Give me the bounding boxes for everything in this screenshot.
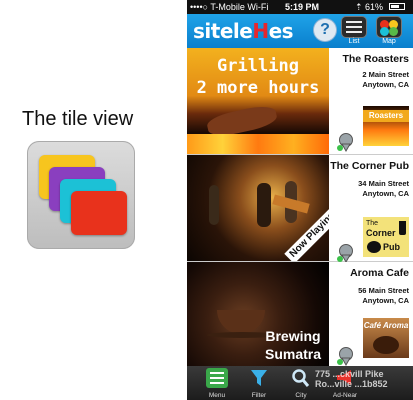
business-name: Aroma Cafe bbox=[350, 267, 409, 279]
carrier-text: ••••○ T-Mobile Wi-Fi bbox=[190, 2, 269, 12]
address-line2: Anytown, CA bbox=[362, 296, 409, 305]
tile-view-app-icon bbox=[27, 141, 135, 249]
location-pin-icon[interactable] bbox=[336, 132, 356, 152]
map-view-button[interactable] bbox=[377, 17, 401, 37]
list-view-button[interactable] bbox=[342, 17, 366, 37]
logo-text-accent: H bbox=[252, 19, 269, 43]
icon-card-red bbox=[71, 191, 127, 235]
app-logo[interactable]: siteleHes bbox=[193, 19, 294, 43]
location-pin-icon[interactable] bbox=[336, 346, 356, 366]
roasters-thumbnail[interactable]: Roasters bbox=[363, 106, 409, 146]
business-tile-roasters[interactable]: Grilling 2 more hours The Roasters 2 Mai… bbox=[187, 48, 413, 155]
wifi-icon: ⇡ bbox=[355, 2, 363, 12]
roasters-thumbnail-label: Roasters bbox=[363, 110, 409, 122]
address-line1: 2 Main Street bbox=[362, 70, 409, 79]
corner-pub-thumbnail[interactable]: The Corner Pub bbox=[363, 217, 409, 257]
aroma-thumbnail-label: Café Aroma bbox=[363, 321, 409, 330]
address-line2: Anytown, CA bbox=[362, 189, 409, 198]
business-name: The Roasters bbox=[342, 53, 409, 65]
thumb-text-pub: Pub bbox=[383, 242, 400, 252]
tile-view-title: The tile view bbox=[22, 108, 134, 130]
status-bar: ••••○ T-Mobile Wi-Fi 5:19 PM ⇡ 61% bbox=[187, 0, 413, 14]
tab-city[interactable]: City bbox=[283, 366, 319, 400]
thumb-text-the: The bbox=[366, 220, 379, 227]
tab-ad-near-label: Ad-Near bbox=[332, 392, 358, 399]
business-name: The Corner Pub bbox=[330, 160, 409, 172]
roasters-photo[interactable]: Grilling 2 more hours bbox=[187, 48, 329, 154]
corner-pub-photo[interactable]: Now Playing! bbox=[187, 155, 329, 261]
corner-pub-info: The Corner Pub 34 Main Street Anytown, C… bbox=[329, 155, 413, 263]
battery-icon bbox=[389, 3, 405, 10]
map-label: Map bbox=[382, 38, 396, 45]
clock: 5:19 PM bbox=[285, 2, 320, 12]
tab-menu-label: Menu bbox=[208, 392, 226, 399]
menu-icon bbox=[206, 368, 228, 388]
filter-icon bbox=[251, 370, 267, 386]
aroma-photo-line2: Sumatra bbox=[264, 346, 322, 362]
business-tile-aroma-cafe[interactable]: Brewing Sumatra Aroma Cafe 56 Main Stree… bbox=[187, 262, 413, 367]
tab-filter[interactable]: Filter bbox=[241, 366, 277, 400]
tab-city-label: City bbox=[295, 392, 307, 399]
logo-text-mid: le bbox=[232, 19, 253, 43]
thumb-text-corner: Corner bbox=[366, 228, 396, 238]
battery-percent: 61% bbox=[365, 2, 384, 12]
address-line1: 56 Main Street bbox=[358, 286, 409, 295]
bottom-tab-bar: Menu Filter City Ad-Near 775 ...ckvill P… bbox=[187, 366, 413, 400]
tab-filter-label: Filter bbox=[251, 392, 267, 399]
aroma-cafe-photo[interactable]: Brewing Sumatra bbox=[187, 262, 329, 366]
roasters-photo-line1: Grilling bbox=[217, 56, 299, 76]
tab-menu[interactable]: Menu bbox=[199, 366, 235, 400]
nav-bar: siteleHes ? List Map bbox=[187, 14, 413, 48]
phone-screen: ••••○ T-Mobile Wi-Fi 5:19 PM ⇡ 61% sitel… bbox=[187, 0, 413, 400]
help-button[interactable]: ? bbox=[314, 19, 336, 41]
magnifier-icon bbox=[292, 369, 310, 387]
beer-glass-icon bbox=[399, 221, 406, 235]
aroma-cafe-info: Aroma Cafe 56 Main Street Anytown, CA Ca… bbox=[329, 262, 413, 366]
address-line2: Anytown, CA bbox=[362, 80, 409, 89]
aroma-photo-line1: Brewing bbox=[265, 328, 321, 344]
address-line1: 34 Main Street bbox=[358, 179, 409, 188]
roasters-photo-line2: 2 more hours bbox=[196, 78, 320, 98]
roasters-info: The Roasters 2 Main Street Anytown, CA R… bbox=[329, 48, 413, 154]
drum-kit-icon bbox=[367, 241, 381, 253]
business-tile-corner-pub[interactable]: Now Playing! The Corner Pub 34 Main Stre… bbox=[187, 155, 413, 263]
logo-text-start: site bbox=[193, 19, 233, 43]
aroma-cafe-thumbnail[interactable]: Café Aroma bbox=[363, 318, 409, 358]
list-label: List bbox=[348, 38, 360, 45]
logo-text-end: es bbox=[268, 19, 294, 43]
address-overlay-text: 775 ...ckvill Pike Ro...ville ...1b852 bbox=[315, 369, 388, 389]
location-pin-icon[interactable] bbox=[336, 243, 356, 263]
